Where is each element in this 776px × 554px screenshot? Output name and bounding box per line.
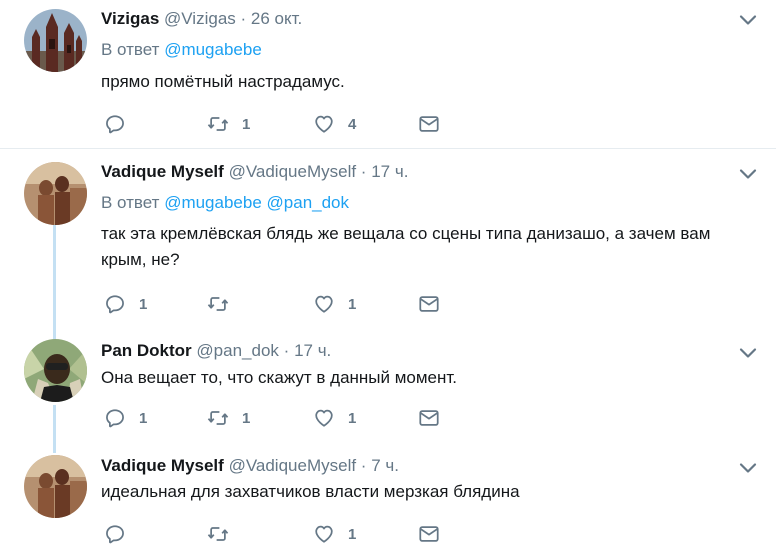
author-name[interactable]: Vadique Myself xyxy=(101,162,224,181)
author-handle[interactable]: @pan_dok xyxy=(196,341,279,360)
reply-icon xyxy=(104,113,126,135)
tweet-text: так эта кремлёвская блядь же вещала со с… xyxy=(101,221,761,273)
author-name[interactable]: Pan Doktor xyxy=(101,341,192,360)
reply-button[interactable] xyxy=(104,522,139,546)
tweet-text: Она вещает то, что скажут в данный момен… xyxy=(101,368,458,387)
envelope-icon xyxy=(418,407,440,429)
tweet[interactable]: Pan Doktor @pan_dok · 17 ч. Она вещает т… xyxy=(0,335,776,445)
tweet-timestamp[interactable]: 26 окт. xyxy=(251,9,302,28)
chevron-down-icon[interactable] xyxy=(738,461,758,475)
author-name[interactable]: Vizigas xyxy=(101,9,159,28)
avatar[interactable] xyxy=(24,455,87,518)
envelope-icon xyxy=(418,113,440,135)
tweet-text: прямо помётный настрадамус. xyxy=(101,72,345,91)
like-count: 4 xyxy=(348,115,357,133)
heart-icon xyxy=(313,407,335,429)
chevron-down-icon[interactable] xyxy=(738,167,758,181)
mention-link[interactable]: @mugabebe xyxy=(164,40,262,59)
direct-message-button[interactable] xyxy=(418,522,440,546)
author-name[interactable]: Vadique Myself xyxy=(101,456,224,475)
retweet-button[interactable]: 1 xyxy=(207,112,250,136)
reply-icon xyxy=(104,293,126,315)
mention-link[interactable]: @mugabebe xyxy=(164,193,262,212)
retweet-button[interactable] xyxy=(207,292,242,316)
retweet-button[interactable]: 1 xyxy=(207,406,250,430)
envelope-icon xyxy=(418,523,440,545)
direct-message-button[interactable] xyxy=(418,112,440,136)
author-handle[interactable]: @VadiqueMyself xyxy=(229,162,357,181)
like-button[interactable]: 4 xyxy=(313,112,356,136)
reply-count: 1 xyxy=(139,295,148,313)
reply-button[interactable]: 1 xyxy=(104,406,147,430)
tweet[interactable]: Vizigas @Vizigas · 26 окт. В ответ @muga… xyxy=(0,0,776,148)
retweet-icon xyxy=(207,293,229,315)
author-handle[interactable]: @Vizigas xyxy=(164,9,236,28)
direct-message-button[interactable] xyxy=(418,406,440,430)
avatar[interactable] xyxy=(24,339,87,402)
tweet-text-line: крым, не? xyxy=(101,250,180,269)
retweet-icon xyxy=(207,113,229,135)
reply-label: В ответ xyxy=(101,193,160,212)
direct-message-button[interactable] xyxy=(418,292,440,316)
retweet-button[interactable] xyxy=(207,522,242,546)
like-button[interactable]: 1 xyxy=(313,406,356,430)
retweet-icon xyxy=(207,523,229,545)
reply-button[interactable] xyxy=(104,112,139,136)
tweet-text: идеальная для захватчиков власти мерзкая… xyxy=(101,482,520,501)
thread-connector xyxy=(53,219,56,335)
heart-icon xyxy=(313,293,335,315)
chevron-down-icon[interactable] xyxy=(738,346,758,360)
chevron-down-icon[interactable] xyxy=(738,13,758,27)
tweet[interactable]: Vadique Myself @VadiqueMyself · 7 ч. иде… xyxy=(0,445,776,554)
reply-count: 1 xyxy=(139,409,148,427)
reply-context: В ответ @mugabebe @pan_dok xyxy=(101,193,349,213)
thread-connector xyxy=(53,405,56,445)
author-handle[interactable]: @VadiqueMyself xyxy=(229,456,357,475)
separator-dot: · xyxy=(360,456,367,475)
separator-dot: · xyxy=(283,341,290,360)
like-button[interactable]: 1 xyxy=(313,292,356,316)
reply-label: В ответ xyxy=(101,40,160,59)
envelope-icon xyxy=(418,293,440,315)
like-button[interactable]: 1 xyxy=(313,522,356,546)
tweet-timestamp[interactable]: 7 ч. xyxy=(371,456,399,475)
retweet-count: 1 xyxy=(242,115,251,133)
reply-icon xyxy=(104,407,126,429)
reply-context: В ответ @mugabebe xyxy=(101,40,262,60)
retweet-count: 1 xyxy=(242,409,251,427)
retweet-icon xyxy=(207,407,229,429)
like-count: 1 xyxy=(348,295,357,313)
avatar[interactable] xyxy=(24,9,87,72)
separator-dot: · xyxy=(240,9,247,28)
mention-link[interactable]: @pan_dok xyxy=(267,193,350,212)
thread-connector xyxy=(53,445,56,453)
tweet-timestamp[interactable]: 17 ч. xyxy=(371,162,408,181)
avatar[interactable] xyxy=(24,162,87,225)
tweet-text-line: так эта кремлёвская блядь же вещала со с… xyxy=(101,224,711,243)
heart-icon xyxy=(313,523,335,545)
like-count: 1 xyxy=(348,525,357,543)
tweet-timestamp[interactable]: 17 ч. xyxy=(294,341,331,360)
heart-icon xyxy=(313,113,335,135)
like-count: 1 xyxy=(348,409,357,427)
tweet[interactable]: Vadique Myself @VadiqueMyself · 17 ч. В … xyxy=(0,149,776,335)
reply-button[interactable]: 1 xyxy=(104,292,147,316)
reply-icon xyxy=(104,523,126,545)
separator-dot: · xyxy=(360,162,367,181)
